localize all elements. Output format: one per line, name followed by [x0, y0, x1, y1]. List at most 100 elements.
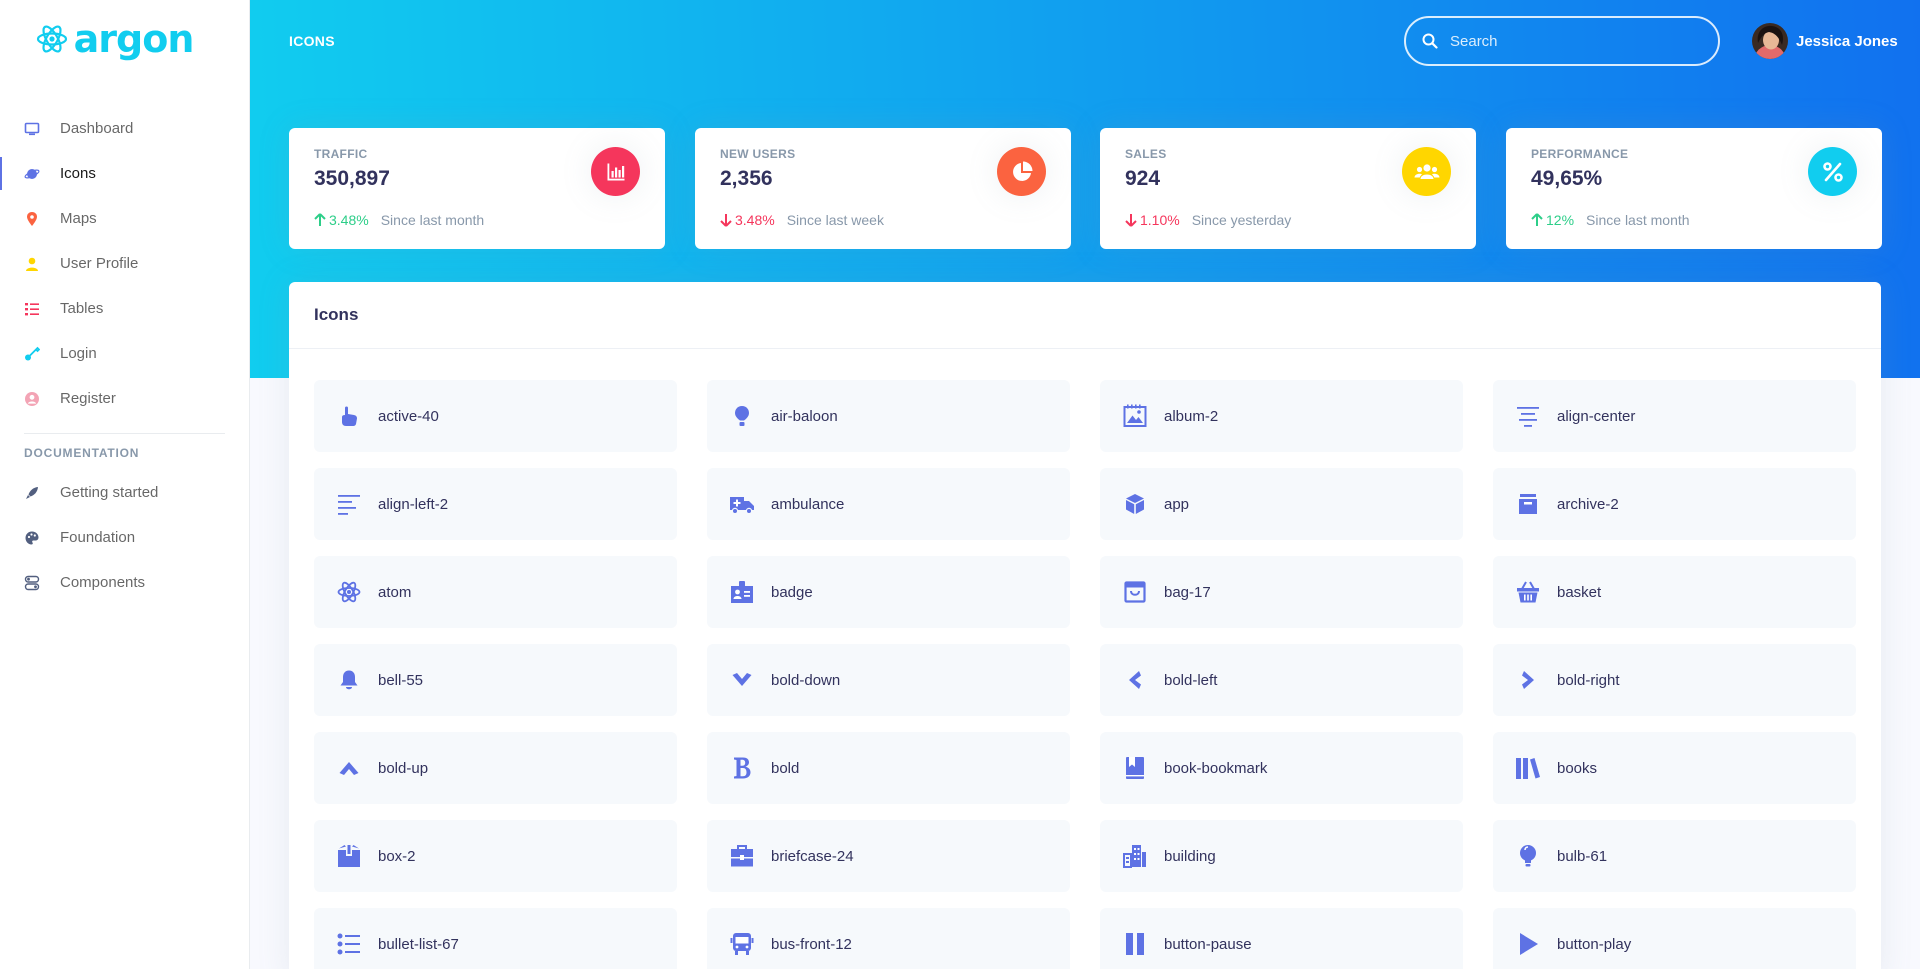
sidebar-item-maps[interactable]: Maps [0, 196, 249, 241]
icon-tile-bulb-61[interactable]: bulb-61 [1493, 820, 1856, 892]
stat-change: 12% [1531, 212, 1574, 228]
icon-tile-bold-up[interactable]: bold-up [314, 732, 677, 804]
sidebar-item-foundation[interactable]: Foundation [0, 515, 249, 560]
user-menu[interactable]: Jessica Jones [1752, 23, 1898, 59]
archive-icon [1515, 491, 1541, 517]
sidebar-item-icons[interactable]: Icons [0, 151, 249, 196]
bold-text-icon [729, 755, 755, 781]
books-icon [1515, 755, 1541, 781]
sidebar-item-user-profile[interactable]: User Profile [0, 241, 249, 286]
sidebar-item-components[interactable]: Components [0, 560, 249, 605]
icon-tile-album-2[interactable]: album-2 [1100, 380, 1463, 452]
sidebar-item-dashboard[interactable]: Dashboard [0, 106, 249, 151]
chevron-up-icon [336, 755, 362, 781]
icon-tile-badge[interactable]: badge [707, 556, 1070, 628]
icon-tile-label: badge [771, 583, 813, 601]
icon-tile-atom[interactable]: atom [314, 556, 677, 628]
chevron-right-icon [1515, 667, 1541, 693]
briefcase-icon [729, 843, 755, 869]
icon-tile-app[interactable]: app [1100, 468, 1463, 540]
sidebar-item-label: Components [60, 574, 146, 591]
icon-tile-bag-17[interactable]: bag-17 [1100, 556, 1463, 628]
icon-tile-label: bold-up [378, 759, 429, 777]
sidebar-item-tables[interactable]: Tables [0, 286, 249, 331]
circle-user-icon [24, 391, 40, 407]
badge-icon [729, 579, 755, 605]
icon-tile-bold-left[interactable]: bold-left [1100, 644, 1463, 716]
arrow-down-icon [720, 214, 732, 227]
icon-tile-air-baloon[interactable]: air-baloon [707, 380, 1070, 452]
icon-tile-label: album-2 [1164, 407, 1219, 425]
search-icon [1422, 33, 1438, 49]
icon-tile-ambulance[interactable]: ambulance [707, 468, 1070, 540]
sidebar-item-label: Foundation [60, 529, 136, 546]
icon-tile-label: book-bookmark [1164, 759, 1268, 777]
align-left-icon [336, 491, 362, 517]
icon-tile-box-2[interactable]: box-2 [314, 820, 677, 892]
icon-tile-button-play[interactable]: button-play [1493, 908, 1856, 969]
ambulance-icon [729, 491, 755, 517]
icon-tile-label: building [1164, 847, 1216, 865]
icon-tile-label: bus-front-12 [771, 935, 852, 953]
icon-tile-basket[interactable]: basket [1493, 556, 1856, 628]
sidebar-nav: Dashboard Icons Maps User Profile Tables [0, 106, 249, 605]
stat-label: PERFORMANCE [1531, 147, 1629, 161]
stat-change-value: 3.48% [735, 212, 775, 228]
palette-icon [24, 530, 40, 546]
stat-change-value: 1.10% [1140, 212, 1180, 228]
arrow-up-icon [314, 213, 326, 226]
basket-icon [1515, 579, 1541, 605]
icon-tile-bold-down[interactable]: bold-down [707, 644, 1070, 716]
icon-tile-label: air-baloon [771, 407, 838, 425]
stat-change: 3.48% [314, 212, 369, 228]
stat-since: Since last month [380, 212, 485, 228]
icon-tile-bell-55[interactable]: bell-55 [314, 644, 677, 716]
search-box[interactable] [1404, 16, 1720, 66]
chevron-left-icon [1122, 667, 1148, 693]
sidebar-item-label: Getting started [60, 484, 159, 501]
brand-logo[interactable]: argon [0, 0, 249, 78]
sidebar-item-register[interactable]: Register [0, 376, 249, 421]
icon-tile-label: button-pause [1164, 935, 1252, 953]
spaceship-icon [24, 485, 40, 501]
stat-footer: 1.10% Since yesterday [1125, 212, 1291, 228]
stat-label: SALES [1125, 147, 1167, 161]
panel-title: Icons [314, 305, 359, 324]
icon-tile-building[interactable]: building [1100, 820, 1463, 892]
icon-tile-active-40[interactable]: active-40 [314, 380, 677, 452]
pause-icon [1122, 931, 1148, 957]
icon-tile-books[interactable]: books [1493, 732, 1856, 804]
sidebar-item-login[interactable]: Login [0, 331, 249, 376]
icon-tile-bold[interactable]: bold [707, 732, 1070, 804]
panel-header: Icons [289, 282, 1881, 349]
sidebar-item-label: Icons [60, 165, 96, 182]
stat-card-traffic: TRAFFIC 350,897 3.48% Since last month [289, 128, 665, 249]
icon-tile-book-bookmark[interactable]: book-bookmark [1100, 732, 1463, 804]
stat-change: 1.10% [1125, 212, 1180, 228]
sidebar-item-label: Dashboard [60, 120, 134, 137]
icon-tile-align-center[interactable]: align-center [1493, 380, 1856, 452]
icon-tile-briefcase-24[interactable]: briefcase-24 [707, 820, 1070, 892]
avatar[interactable] [1752, 23, 1788, 59]
stat-footer: 12% Since last month [1531, 212, 1690, 228]
tv-icon [24, 121, 40, 137]
balloon-icon [729, 403, 755, 429]
box-icon [336, 843, 362, 869]
arrow-up-icon [1531, 213, 1543, 226]
components-icon [24, 575, 40, 591]
brand-name: argon [73, 17, 195, 61]
icon-tile-bullet-list-67[interactable]: bullet-list-67 [314, 908, 677, 969]
search-input[interactable] [1450, 32, 1700, 50]
icon-tile-archive-2[interactable]: archive-2 [1493, 468, 1856, 540]
icon-tile-bus-front-12[interactable]: bus-front-12 [707, 908, 1070, 969]
sidebar-item-label: Tables [60, 300, 104, 317]
sidebar-item-getting-started[interactable]: Getting started [0, 470, 249, 515]
icon-tile-align-left-2[interactable]: align-left-2 [314, 468, 677, 540]
shopping-bag-icon [1122, 579, 1148, 605]
page-title[interactable]: ICONS [289, 33, 335, 49]
icon-tile-label: box-2 [378, 847, 416, 865]
icon-tile-bold-right[interactable]: bold-right [1493, 644, 1856, 716]
icon-tile-label: atom [378, 583, 412, 601]
icon-tile-button-pause[interactable]: button-pause [1100, 908, 1463, 969]
icon-tile-label: bold-left [1164, 671, 1218, 689]
